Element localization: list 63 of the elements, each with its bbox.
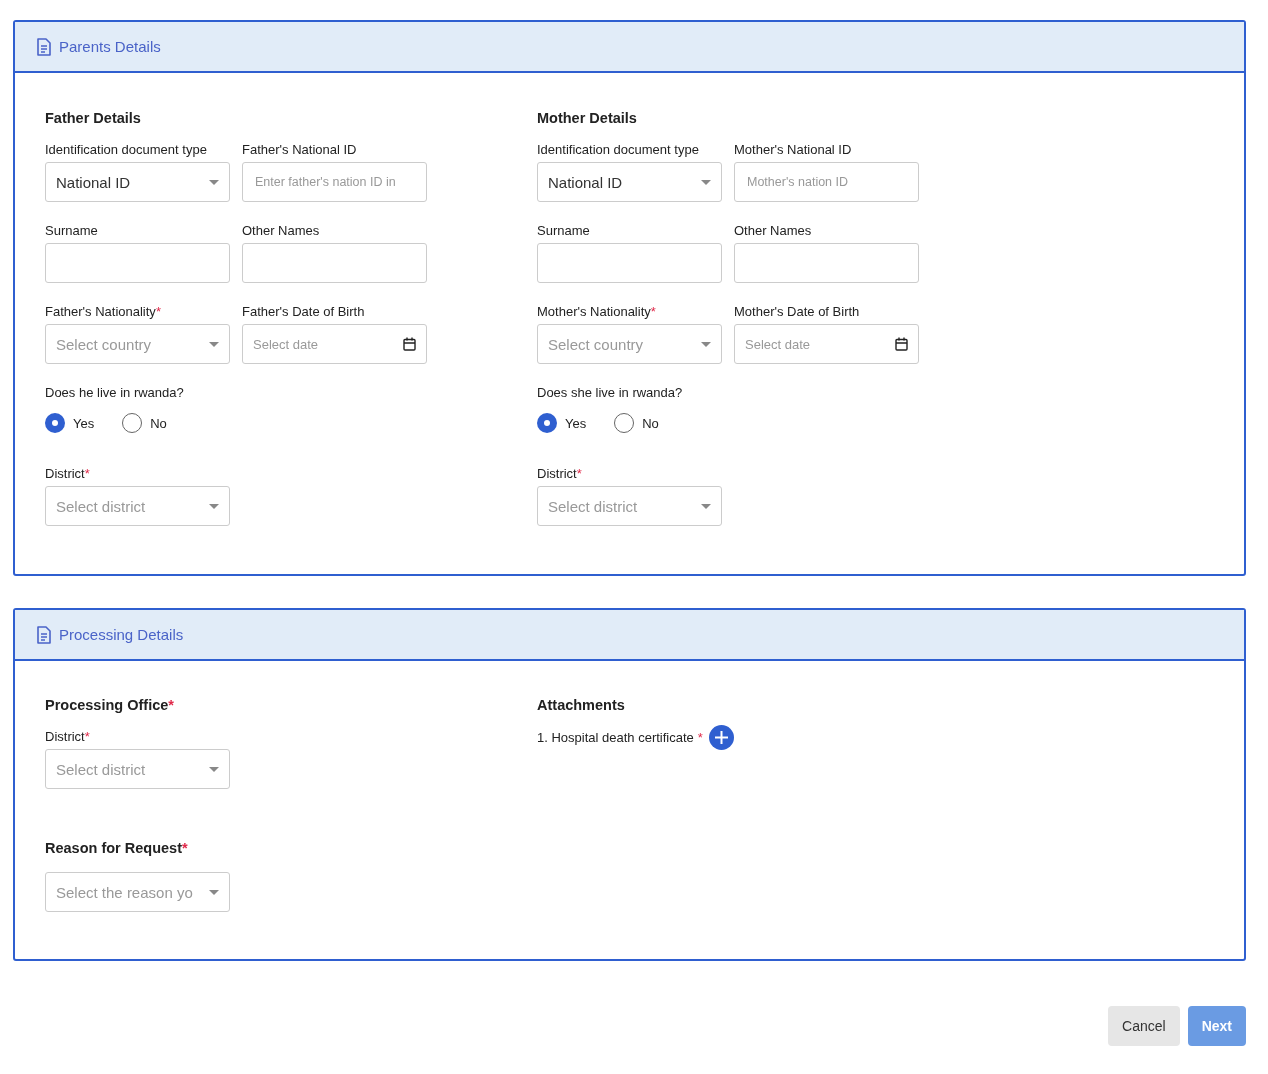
section-heading: Father Details [45,109,142,127]
caret-icon [209,503,219,509]
radio-label: Yes [73,415,95,431]
radio-label: No [642,415,659,431]
select-dropdown[interactable]: Select district [537,486,722,526]
card-title: Parents Details [59,38,161,55]
radio-label: Yes [565,415,587,431]
field-label: Identification document type [45,142,208,158]
text-field[interactable] [242,243,427,283]
text-field[interactable]: Mother's nation ID [734,162,919,202]
date-field[interactable]: Select date [242,324,427,364]
date-field[interactable]: Select date [734,324,919,364]
calendar-icon [403,337,416,351]
field-label: Surname [537,223,591,239]
caret-icon [209,341,219,347]
caret-icon [209,766,219,772]
section-heading: Reason for Request* [45,839,189,857]
select-dropdown[interactable]: National ID [45,162,230,202]
select-dropdown[interactable]: Select country [537,324,722,364]
field-label: Other Names [242,223,321,239]
field-label: Mother's Nationality* [537,304,657,320]
caret-icon [701,503,711,509]
field-label: Surname [45,223,99,239]
radio-button[interactable] [45,413,65,433]
caret-icon [701,341,711,347]
field-label: Father's Date of Birth [242,304,366,320]
select-dropdown[interactable]: Select district [45,486,230,526]
caret-icon [209,889,219,895]
field-label: District* [537,466,583,482]
attachment-label: 1. Hospital death certificate * [537,730,703,745]
caret-icon [209,179,219,185]
field-label: Mother's National ID [734,142,853,158]
section-heading: Attachments [537,696,626,714]
field-label: Mother's Date of Birth [734,304,861,320]
document-icon [37,37,51,56]
plus-icon [714,731,728,744]
field-label: Father's Nationality* [45,304,162,320]
document-icon [37,625,51,644]
select-dropdown[interactable]: National ID [537,162,722,202]
text-field[interactable] [45,243,230,283]
text-field[interactable] [537,243,722,283]
add-button[interactable] [708,725,734,750]
card-title: Processing Details [59,626,184,643]
field-label: Does she live in rwanda? [537,385,683,401]
text-field[interactable]: Enter father's nation ID in [242,162,427,202]
caret-icon [701,179,711,185]
section-heading: Mother Details [537,109,638,127]
select-dropdown[interactable]: Select district [45,749,230,789]
field-label: Does he live in rwanda? [45,385,184,401]
text-field[interactable] [734,243,919,283]
select-dropdown[interactable]: Select country [45,324,230,364]
field-label: Father's National ID [242,142,358,158]
field-label: District* [45,466,91,482]
field-label: Other Names [734,223,813,239]
radio-button[interactable] [537,413,557,433]
cancel-button[interactable]: Cancel [1108,1006,1180,1046]
field-label: Identification document type [537,142,700,158]
next-button[interactable]: Next [1187,1006,1246,1046]
select-dropdown[interactable]: Select the reason yo [45,872,230,912]
section-heading: Processing Office* [45,696,175,714]
radio-label: No [150,415,167,431]
calendar-icon [895,337,908,351]
field-label: District* [45,729,91,745]
